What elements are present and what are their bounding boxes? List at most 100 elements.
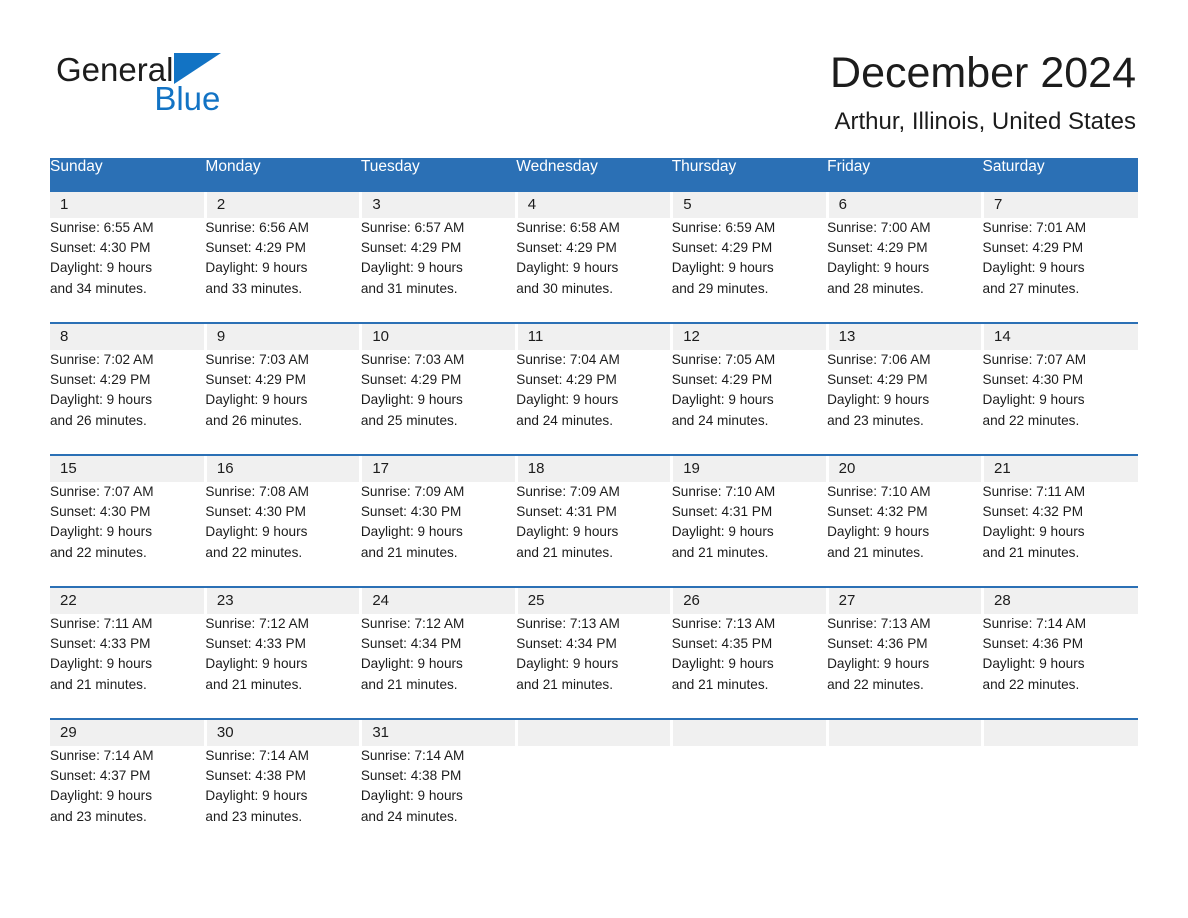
day-detail-cell[interactable]: Sunrise: 6:55 AM Sunset: 4:30 PM Daylight:… bbox=[50, 218, 206, 322]
sunset-text: Sunset: 4:38 PM bbox=[205, 768, 306, 784]
day-number-cell[interactable]: 17 bbox=[360, 456, 518, 482]
day-detail-cell[interactable]: Sunrise: 7:09 AM Sunset: 4:31 PM Daylight:… bbox=[516, 482, 672, 586]
sunset-text: Sunset: 4:30 PM bbox=[50, 504, 151, 520]
day-number-cell[interactable]: 22 bbox=[50, 588, 207, 614]
daylight-text-line1: Daylight: 9 hours bbox=[516, 656, 619, 672]
day-number-cell[interactable]: 27 bbox=[827, 588, 985, 614]
day-number-cell[interactable]: 15 bbox=[50, 456, 207, 482]
daylight-text-line1: Daylight: 9 hours bbox=[50, 260, 153, 276]
day-number-cell[interactable]: 26 bbox=[671, 588, 829, 614]
day-detail-cell[interactable]: Sunrise: 7:14 AM Sunset: 4:38 PM Daylight:… bbox=[360, 746, 517, 850]
day-number-cell[interactable]: 31 bbox=[360, 720, 518, 746]
daylight-text-line1: Daylight: 9 hours bbox=[827, 656, 930, 672]
day-detail-cell[interactable]: Sunrise: 7:13 AM Sunset: 4:36 PM Daylight:… bbox=[827, 614, 983, 718]
day-number-cell[interactable]: 28 bbox=[982, 588, 1138, 614]
day-detail-cell[interactable]: Sunrise: 7:14 AM Sunset: 4:38 PM Daylight:… bbox=[205, 746, 361, 850]
day-number-cell[interactable]: 19 bbox=[671, 456, 829, 482]
daylight-text-line2: and 21 minutes. bbox=[671, 544, 769, 560]
calendar-container: Sunday Monday Tuesday Wednesday Thursday… bbox=[50, 158, 1138, 850]
daylight-text-line2: and 26 minutes. bbox=[50, 412, 147, 428]
day-detail-cell[interactable]: Sunrise: 7:12 AM Sunset: 4:33 PM Daylight:… bbox=[205, 614, 361, 718]
daylight-text-line1: Daylight: 9 hours bbox=[671, 392, 774, 408]
day-detail-cell[interactable]: Sunrise: 7:00 AM Sunset: 4:29 PM Daylight:… bbox=[827, 218, 983, 322]
day-detail-cell[interactable]: Sunrise: 7:14 AM Sunset: 4:36 PM Daylight:… bbox=[982, 614, 1138, 718]
day-number-cell[interactable]: 9 bbox=[205, 324, 363, 350]
day-number: 12 bbox=[683, 328, 700, 345]
day-number-cell[interactable]: 4 bbox=[516, 192, 674, 218]
sunrise-text: Sunrise: 7:03 AM bbox=[360, 352, 465, 367]
day-number-cell[interactable]: 2 bbox=[205, 192, 363, 218]
day-detail-cell[interactable]: Sunrise: 7:08 AM Sunset: 4:30 PM Daylight:… bbox=[205, 482, 361, 586]
day-detail-cell[interactable]: Sunrise: 7:03 AM Sunset: 4:29 PM Daylight:… bbox=[360, 350, 517, 454]
day-number-cell[interactable]: 29 bbox=[50, 720, 207, 746]
daylight-text-line2: and 22 minutes. bbox=[982, 676, 1080, 692]
day-number-cell[interactable]: 30 bbox=[205, 720, 363, 746]
day-number-cell[interactable]: 24 bbox=[360, 588, 518, 614]
day-detail-cell[interactable]: Sunrise: 7:04 AM Sunset: 4:29 PM Daylight:… bbox=[516, 350, 672, 454]
day-number-row: 22 23 24 25 26 27 28 bbox=[50, 588, 1138, 614]
day-number-cell[interactable]: 18 bbox=[516, 456, 674, 482]
day-number-cell[interactable]: 14 bbox=[982, 324, 1138, 350]
day-number-cell[interactable]: 20 bbox=[827, 456, 985, 482]
daylight-text-line1: Daylight: 9 hours bbox=[982, 656, 1085, 672]
daylight-text-line1: Daylight: 9 hours bbox=[827, 392, 930, 408]
day-detail-cell[interactable]: Sunrise: 7:06 AM Sunset: 4:29 PM Daylight:… bbox=[827, 350, 983, 454]
day-number: 6 bbox=[838, 196, 847, 213]
calendar-page: General Blue December 2024 Arthur, Illin… bbox=[0, 0, 1188, 918]
day-detail-cell[interactable]: Sunrise: 7:03 AM Sunset: 4:29 PM Daylight:… bbox=[205, 350, 361, 454]
title-block: December 2024 Arthur, Illinois, United S… bbox=[830, 48, 1136, 137]
day-detail-cell[interactable]: Sunrise: 6:56 AM Sunset: 4:29 PM Daylight:… bbox=[205, 218, 361, 322]
day-detail-cell[interactable]: Sunrise: 7:12 AM Sunset: 4:34 PM Daylight:… bbox=[360, 614, 517, 718]
day-detail-cell[interactable]: Sunrise: 7:11 AM Sunset: 4:33 PM Daylight:… bbox=[50, 614, 206, 718]
daylight-text-line1: Daylight: 9 hours bbox=[360, 788, 463, 804]
day-detail-cell[interactable]: Sunrise: 7:09 AM Sunset: 4:30 PM Daylight:… bbox=[360, 482, 517, 586]
daylight-text-line1: Daylight: 9 hours bbox=[205, 524, 308, 540]
daylight-text-line1: Daylight: 9 hours bbox=[982, 524, 1085, 540]
day-number-cell[interactable]: 25 bbox=[516, 588, 674, 614]
sunrise-text: Sunrise: 7:01 AM bbox=[982, 220, 1087, 235]
day-detail-cell[interactable]: Sunrise: 7:07 AM Sunset: 4:30 PM Daylight:… bbox=[982, 350, 1138, 454]
day-number-cell[interactable]: 21 bbox=[982, 456, 1138, 482]
day-detail-cell[interactable]: Sunrise: 7:10 AM Sunset: 4:32 PM Daylight:… bbox=[827, 482, 983, 586]
daylight-text-line1: Daylight: 9 hours bbox=[827, 260, 930, 276]
daylight-text-line2: and 28 minutes. bbox=[827, 280, 924, 296]
day-detail-cell[interactable]: Sunrise: 6:57 AM Sunset: 4:29 PM Daylight:… bbox=[360, 218, 517, 322]
sunset-text: Sunset: 4:29 PM bbox=[205, 240, 306, 256]
sunset-text: Sunset: 4:38 PM bbox=[360, 768, 462, 784]
day-number-cell[interactable]: 16 bbox=[205, 456, 363, 482]
day-detail-cell[interactable]: Sunrise: 7:14 AM Sunset: 4:37 PM Daylight:… bbox=[50, 746, 206, 850]
day-number-cell[interactable]: 11 bbox=[516, 324, 674, 350]
day-number: 2 bbox=[216, 196, 226, 213]
day-detail-row: Sunrise: 7:02 AM Sunset: 4:29 PM Daylight:… bbox=[50, 350, 1138, 454]
day-detail-cell[interactable]: Sunrise: 6:58 AM Sunset: 4:29 PM Daylight:… bbox=[516, 218, 672, 322]
day-number-cell[interactable]: 5 bbox=[671, 192, 829, 218]
day-detail-cell[interactable]: Sunrise: 7:01 AM Sunset: 4:29 PM Daylight:… bbox=[982, 218, 1138, 322]
day-number-cell[interactable]: 6 bbox=[827, 192, 985, 218]
sunrise-text: Sunrise: 7:08 AM bbox=[205, 484, 309, 499]
day-number-cell[interactable]: 12 bbox=[671, 324, 829, 350]
day-header-friday: Friday bbox=[827, 158, 983, 190]
day-detail-cell[interactable]: Sunrise: 7:13 AM Sunset: 4:35 PM Daylight:… bbox=[671, 614, 828, 718]
day-detail-cell[interactable]: Sunrise: 7:02 AM Sunset: 4:29 PM Daylight:… bbox=[50, 350, 206, 454]
day-detail-cell[interactable]: Sunrise: 7:07 AM Sunset: 4:30 PM Daylight:… bbox=[50, 482, 206, 586]
day-number-cell[interactable]: 7 bbox=[982, 192, 1138, 218]
day-number: 19 bbox=[683, 460, 700, 477]
day-detail-cell[interactable]: Sunrise: 7:11 AM Sunset: 4:32 PM Daylight:… bbox=[982, 482, 1138, 586]
day-number-cell[interactable]: 23 bbox=[205, 588, 363, 614]
day-number-cell[interactable]: 8 bbox=[50, 324, 207, 350]
day-number bbox=[673, 720, 825, 723]
daylight-text-line2: and 21 minutes. bbox=[205, 676, 303, 692]
generalblue-logo[interactable]: General Blue bbox=[56, 50, 222, 115]
day-detail-cell[interactable]: Sunrise: 7:10 AM Sunset: 4:31 PM Daylight:… bbox=[671, 482, 828, 586]
day-detail-cell[interactable]: Sunrise: 7:05 AM Sunset: 4:29 PM Daylight:… bbox=[671, 350, 828, 454]
day-number-cell[interactable]: 13 bbox=[827, 324, 985, 350]
daylight-text-line2: and 22 minutes. bbox=[205, 544, 303, 560]
daylight-text-line1: Daylight: 9 hours bbox=[205, 260, 308, 276]
day-detail-cell[interactable]: Sunrise: 7:13 AM Sunset: 4:34 PM Daylight:… bbox=[516, 614, 672, 718]
sunset-text: Sunset: 4:30 PM bbox=[982, 372, 1084, 388]
day-number-cell[interactable]: 10 bbox=[360, 324, 518, 350]
day-detail-cell[interactable]: Sunrise: 6:59 AM Sunset: 4:29 PM Daylight:… bbox=[671, 218, 828, 322]
day-number: 26 bbox=[683, 592, 700, 609]
day-number-cell[interactable]: 1 bbox=[50, 192, 207, 218]
day-number-cell[interactable]: 3 bbox=[360, 192, 518, 218]
